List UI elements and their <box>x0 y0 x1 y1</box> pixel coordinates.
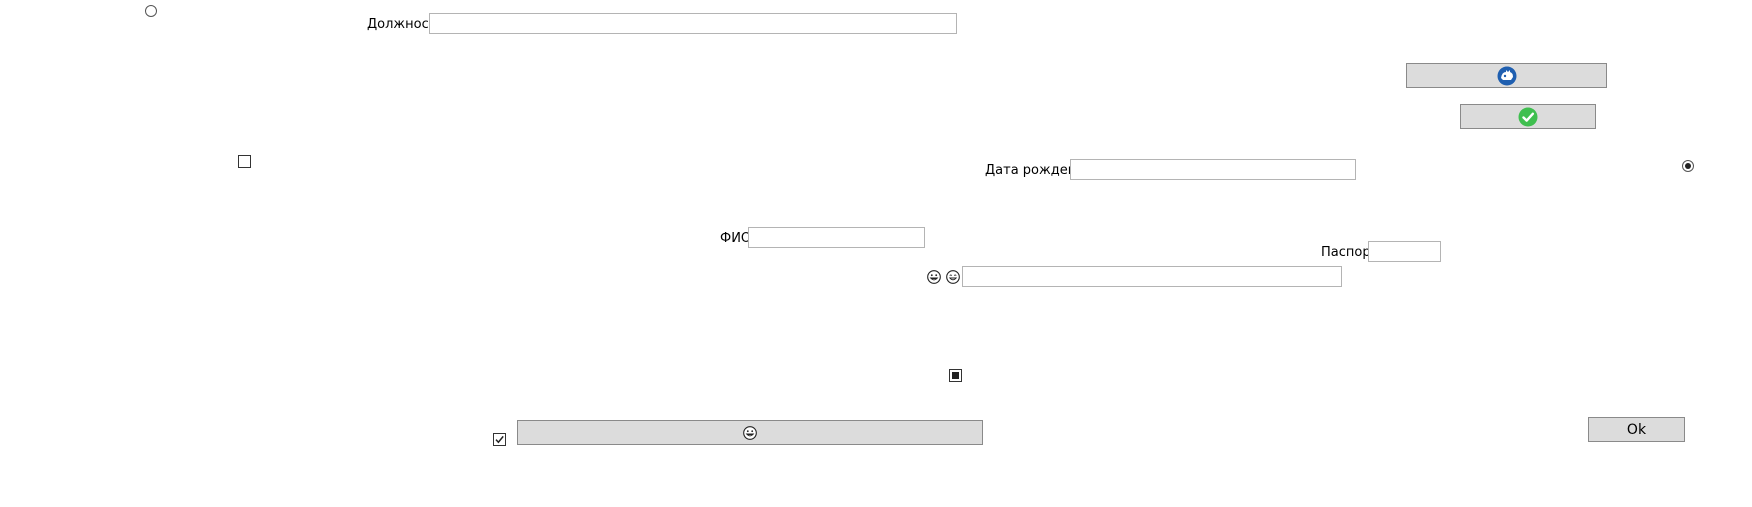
checkbox-left[interactable] <box>238 155 251 168</box>
grinning-face-icon <box>743 425 757 440</box>
mascot-button[interactable] <box>1406 63 1607 88</box>
smiling-face-icon <box>946 270 960 284</box>
confirm-button[interactable] <box>1460 104 1596 129</box>
ok-button[interactable]: Ok <box>1588 417 1685 442</box>
emoji-button[interactable] <box>517 420 983 445</box>
position-input[interactable] <box>429 13 957 34</box>
checkbox-bottom[interactable] <box>493 433 506 446</box>
checkmark-icon <box>495 435 504 444</box>
radio-dot <box>1685 163 1691 169</box>
fio-input[interactable] <box>748 227 925 248</box>
green-check-icon <box>1518 107 1538 127</box>
birthdate-input[interactable] <box>1070 159 1356 180</box>
radio-button-top[interactable] <box>145 5 157 17</box>
passport-input[interactable] <box>1368 241 1441 262</box>
checkbox-indeterminate-mark <box>952 372 959 379</box>
emoji-field-input[interactable] <box>962 266 1342 287</box>
grinning-face-icon <box>927 270 941 284</box>
checkbox-middle[interactable] <box>949 369 962 382</box>
radio-button-right[interactable] <box>1682 160 1694 172</box>
fio-label: ФИО <box>720 231 752 246</box>
blue-mascot-icon <box>1497 66 1517 86</box>
